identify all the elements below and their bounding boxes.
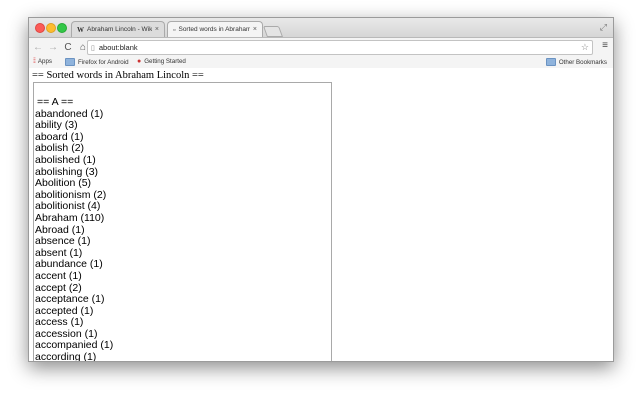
bookmark-label: Getting Started — [144, 58, 186, 65]
word-entry: Abraham (110) — [35, 211, 105, 224]
word-entry: acceptance (1) — [35, 293, 105, 306]
fullscreen-icon[interactable]: ⤢ — [600, 22, 607, 33]
bookmark-star-icon[interactable]: ☆ — [581, 42, 589, 53]
bookmark-label: Apps — [37, 58, 52, 65]
tab-wikipedia[interactable]: W Abraham Lincoln - Wikipe × — [71, 21, 165, 37]
apps-grid-icon: ⁞⁞ — [33, 58, 36, 65]
reload-icon[interactable]: C — [62, 42, 74, 53]
tab-strip: W Abraham Lincoln - Wikipe × ▫ Sorted wo… — [29, 18, 613, 38]
word-entry: accent (1) — [35, 269, 82, 282]
bookmark-label: Firefox for Android — [78, 58, 129, 66]
minimize-window-icon[interactable] — [46, 23, 56, 33]
page-heading: == Sorted words in Abraham Lincoln == — [32, 70, 204, 81]
word-entry: according (1) — [35, 351, 97, 362]
maximize-window-icon[interactable] — [57, 23, 67, 33]
word-list-textarea[interactable]: == A == abandoned (1) ability (3) aboard (… — [33, 82, 332, 362]
word-entry: absence (1) — [35, 235, 91, 248]
address-bar[interactable]: ▯ about:blank ☆ — [87, 40, 593, 55]
bookmark-other[interactable]: Other Bookmarks — [545, 58, 607, 66]
word-entry: abandoned (1) — [35, 107, 104, 120]
new-tab-button[interactable] — [262, 26, 284, 37]
section-heading: == A == — [37, 96, 74, 108]
word-entry: abolished (1) — [35, 153, 96, 166]
word-list: abandoned (1) ability (3) aboard (1) abolis… — [35, 107, 331, 362]
tab-title: Sorted words in Abraham — [178, 26, 250, 33]
word-entry: Abolition (5) — [35, 177, 92, 190]
forward-icon[interactable]: → — [47, 42, 59, 53]
wikipedia-favicon-icon: W — [77, 25, 84, 34]
page-icon: ▯ — [91, 44, 95, 52]
bookmark-label: Other Bookmarks — [558, 58, 607, 66]
menu-icon[interactable]: ≡ — [602, 40, 608, 51]
folder-icon — [65, 58, 75, 66]
bookmark-getting-started[interactable]: ● Getting Started — [137, 58, 186, 65]
back-icon[interactable]: ← — [32, 42, 44, 53]
address-text[interactable]: about:blank — [99, 43, 581, 52]
page-content: == Sorted words in Abraham Lincoln == ==… — [29, 68, 613, 361]
page-favicon-icon: ▫ — [173, 25, 176, 34]
bookmark-firefox-android[interactable]: Firefox for Android — [65, 58, 129, 66]
tab-title: Abraham Lincoln - Wikipe — [87, 26, 152, 33]
tab-close-icon[interactable]: × — [253, 26, 257, 33]
tab-close-icon[interactable]: × — [155, 26, 159, 33]
folder-icon — [545, 58, 556, 66]
browser-toolbar: ← → C ⌂ ▯ about:blank ☆ ≡ — [29, 38, 613, 56]
tab-sorted-words[interactable]: ▫ Sorted words in Abraham × — [167, 21, 263, 37]
close-window-icon[interactable] — [35, 23, 45, 33]
bookmark-apps[interactable]: ⁞⁞ Apps — [33, 58, 52, 65]
firefox-icon: ● — [137, 58, 142, 65]
browser-window: W Abraham Lincoln - Wikipe × ▫ Sorted wo… — [28, 17, 614, 362]
